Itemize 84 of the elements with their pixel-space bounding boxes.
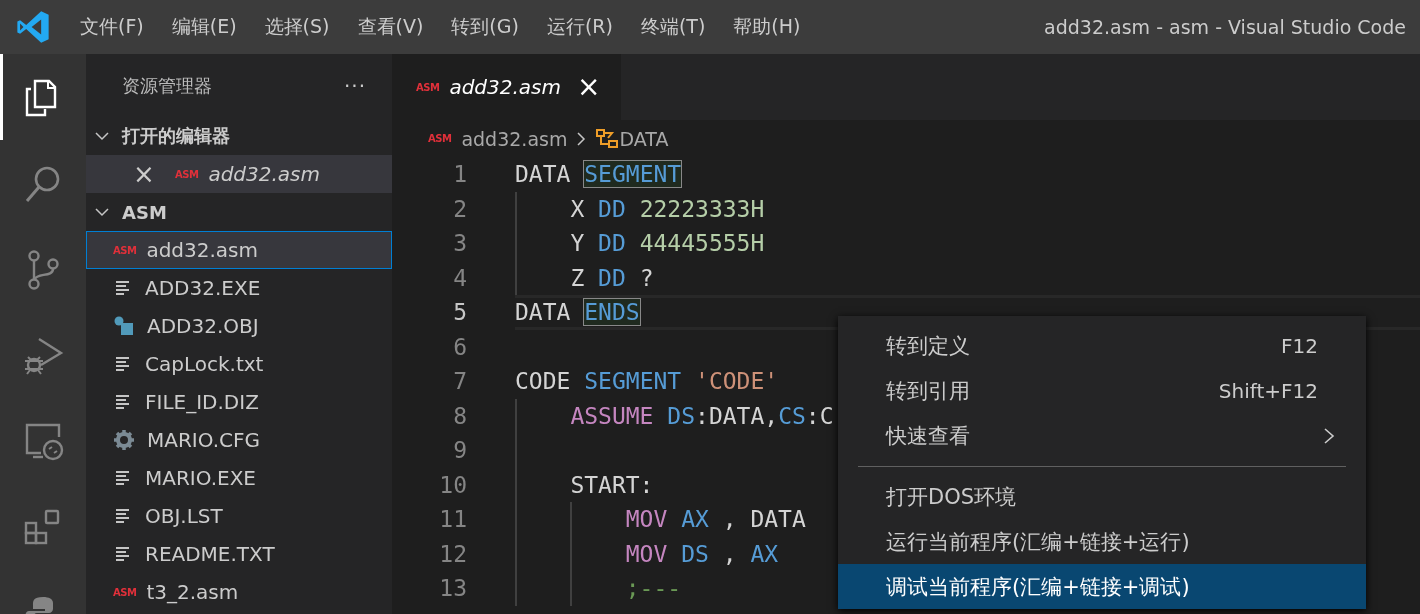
code-line: DATA ENDS xyxy=(515,299,640,326)
shapes-icon xyxy=(113,315,135,337)
symbol-structure-icon xyxy=(595,127,620,150)
breadcrumb-item[interactable]: DATA xyxy=(619,127,669,150)
line-number: 3 xyxy=(452,230,467,257)
window-title: add32.asm - asm - Visual Studio Code xyxy=(1044,16,1406,38)
line-number: 5 xyxy=(452,299,467,326)
menu-item[interactable]: 帮助(H) xyxy=(719,14,815,40)
code-line: ;--- xyxy=(624,575,682,602)
sidebar-title: 资源管理器 xyxy=(122,73,213,98)
menu-item[interactable]: 转到引用 Shift+F12 xyxy=(838,368,1366,413)
file-item[interactable]: ASM add32.asm xyxy=(86,231,392,269)
section-title: ASM xyxy=(122,201,167,223)
gear-icon xyxy=(113,429,135,451)
menu-item[interactable]: 打开DOS环境 xyxy=(838,474,1366,519)
code-line: Y DD 44445555H xyxy=(569,230,765,257)
menu-item[interactable]: 查看(V) xyxy=(343,14,438,40)
editor-tab[interactable]: ASM add32.asm × xyxy=(392,54,621,120)
file-name: FILE_ID.DIZ xyxy=(145,390,259,414)
menu-item[interactable]: 运行(R) xyxy=(532,14,627,40)
more-actions-button[interactable]: ··· xyxy=(343,73,366,98)
menu-item[interactable]: 运行当前程序(汇编+链接+运行) xyxy=(838,519,1366,564)
line-number: 12 xyxy=(438,540,467,567)
menu-item[interactable]: 转到(G) xyxy=(437,14,533,40)
file-name: CapLock.txt xyxy=(145,352,264,376)
file-name: ADD32.EXE xyxy=(145,276,261,300)
close-icon[interactable]: × xyxy=(133,161,175,187)
code-line: MOV DS , AX xyxy=(624,540,779,567)
file-name: MARIO.CFG xyxy=(147,428,260,452)
file-item[interactable]: README.TXT xyxy=(86,535,392,573)
menu-item[interactable]: 转到定义 F12 xyxy=(838,323,1366,368)
file-item[interactable]: OBJ.LST xyxy=(86,497,392,535)
vscode-logo-icon xyxy=(16,10,50,44)
menu-item[interactable]: 文件(F) xyxy=(66,14,158,40)
file-item[interactable]: × ASM add32.asm xyxy=(86,155,392,193)
shortcut-text: Shift+F12 xyxy=(1218,378,1318,403)
line-number: 13 xyxy=(438,575,467,602)
file-name: OBJ.LST xyxy=(145,504,223,528)
code-line: X DD 22223333H xyxy=(569,195,765,222)
file-name: README.TXT xyxy=(145,542,275,566)
line-number: 11 xyxy=(438,506,467,533)
menu-item[interactable]: 编辑(E) xyxy=(157,14,251,40)
chevron-right-icon xyxy=(1322,426,1336,445)
line-number: 2 xyxy=(452,195,467,222)
file-item[interactable]: ADD32.EXE xyxy=(86,269,392,307)
file-item[interactable]: FILE_ID.DIZ xyxy=(86,383,392,421)
line-number: 4 xyxy=(452,264,467,291)
menu-item[interactable]: 调试当前程序(汇编+链接+调试) xyxy=(838,564,1366,609)
file-name: add32.asm xyxy=(208,162,321,186)
asm-file-icon: ASM xyxy=(175,168,199,180)
code-line: DATA SEGMENT xyxy=(515,161,682,188)
file-name: ADD32.OBJ xyxy=(147,314,259,338)
asm-file-icon: ASM xyxy=(428,133,452,144)
file-name: t3_2.asm xyxy=(146,580,239,604)
file-item[interactable]: CapLock.txt xyxy=(86,345,392,383)
code-line: START: xyxy=(569,471,654,498)
file-item[interactable]: ADD32.OBJ xyxy=(86,307,392,345)
asm-file-icon: ASM xyxy=(416,81,440,93)
code-line: Z DD ? xyxy=(569,264,654,291)
shortcut-text: F12 xyxy=(1281,333,1318,358)
line-number: 6 xyxy=(452,333,467,360)
menu-item[interactable]: 终端(T) xyxy=(626,14,720,40)
code-line: ASSUME DS:DATA,CS:C xyxy=(569,402,834,429)
asm-file-icon: ASM xyxy=(113,244,137,256)
file-item[interactable]: MARIO.CFG xyxy=(86,421,392,459)
file-item[interactable]: MARIO.EXE xyxy=(86,459,392,497)
breadcrumb-item[interactable]: add32.asm xyxy=(461,127,568,150)
menu-item[interactable]: 选择(S) xyxy=(250,14,344,40)
close-icon[interactable]: × xyxy=(577,73,601,101)
line-number: 7 xyxy=(452,368,467,395)
file-name: MARIO.EXE xyxy=(145,466,256,490)
line-number: 10 xyxy=(438,471,467,498)
section-title: 打开的编辑器 xyxy=(122,124,230,148)
line-number: 9 xyxy=(452,437,467,464)
file-name: add32.asm xyxy=(146,238,259,262)
asm-file-icon: ASM xyxy=(113,586,137,598)
line-number: 8 xyxy=(452,402,467,429)
file-item[interactable]: ASM t3_2.asm xyxy=(86,573,392,611)
section-header[interactable]: 打开的编辑器 xyxy=(86,117,392,155)
line-number: 1 xyxy=(452,161,467,188)
code-line: CODE SEGMENT 'CODE' xyxy=(515,368,779,395)
code-line: MOV AX , DATA xyxy=(624,506,806,533)
section-header[interactable]: ASM xyxy=(86,193,392,231)
menu-item[interactable]: 快速查看 xyxy=(838,413,1366,458)
